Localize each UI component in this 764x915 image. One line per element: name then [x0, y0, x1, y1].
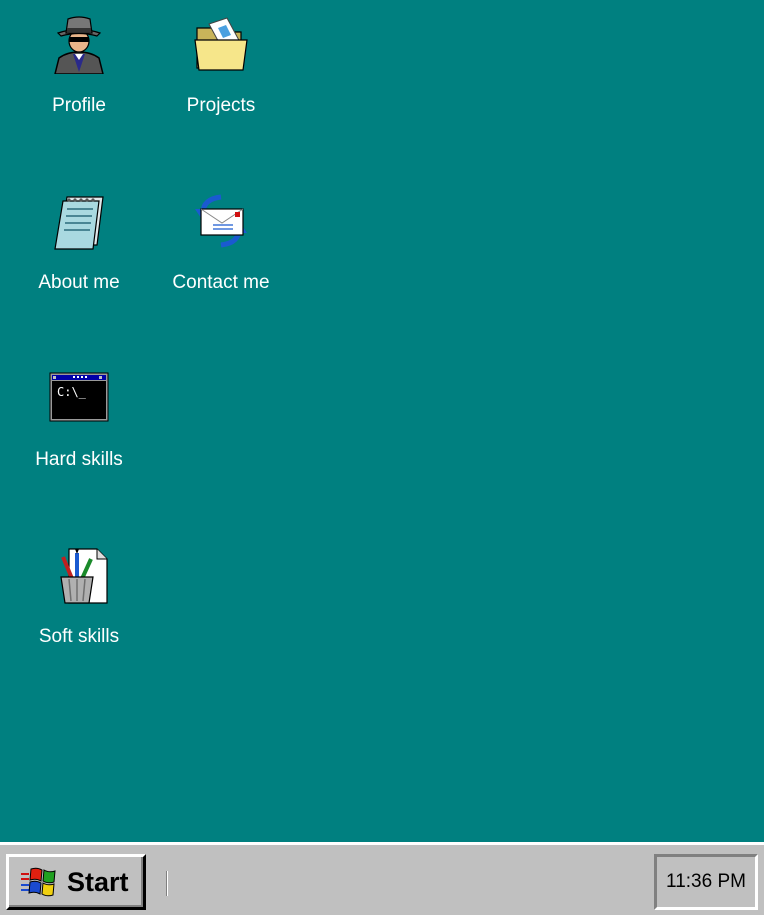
windows-logo-icon	[21, 866, 57, 898]
desktop-icon-hard-skills[interactable]: C:\_ Hard skills	[14, 354, 144, 484]
mail-icon	[191, 191, 251, 251]
desktop-icon-label: About me	[38, 272, 120, 293]
svg-text:C:\_: C:\_	[57, 385, 87, 399]
taskbar: Start 11:36 PM	[0, 842, 764, 915]
notepad-icon	[49, 191, 109, 251]
desktop-icon-profile[interactable]: Profile	[14, 0, 144, 130]
clock[interactable]: 11:36 PM	[657, 871, 755, 893]
start-button[interactable]: Start	[6, 854, 146, 910]
desktop-icon-label: Profile	[52, 95, 106, 116]
desktop-icon-label: Hard skills	[35, 449, 123, 470]
desktop-icon-soft-skills[interactable]: Soft skills	[14, 531, 144, 661]
spy-agent-icon	[49, 14, 109, 74]
desktop-icon-label: Projects	[186, 95, 256, 116]
system-tray: 11:36 PM	[654, 854, 758, 910]
art-supplies-icon	[49, 545, 109, 605]
desktop-icon-label: Soft skills	[38, 626, 120, 647]
desktop-icon-label: Contact me	[172, 272, 270, 293]
desktop: Profile Projects About me Contact me C:\…	[0, 0, 764, 842]
desktop-icon-projects[interactable]: Projects	[156, 0, 286, 130]
desktop-icon-contact-me[interactable]: Contact me	[156, 177, 286, 307]
start-label: Start	[67, 867, 129, 897]
taskbar-divider	[166, 871, 168, 896]
desktop-icon-about-me[interactable]: About me	[14, 177, 144, 307]
folder-icon	[191, 14, 251, 74]
command-prompt-icon: C:\_	[49, 368, 109, 428]
